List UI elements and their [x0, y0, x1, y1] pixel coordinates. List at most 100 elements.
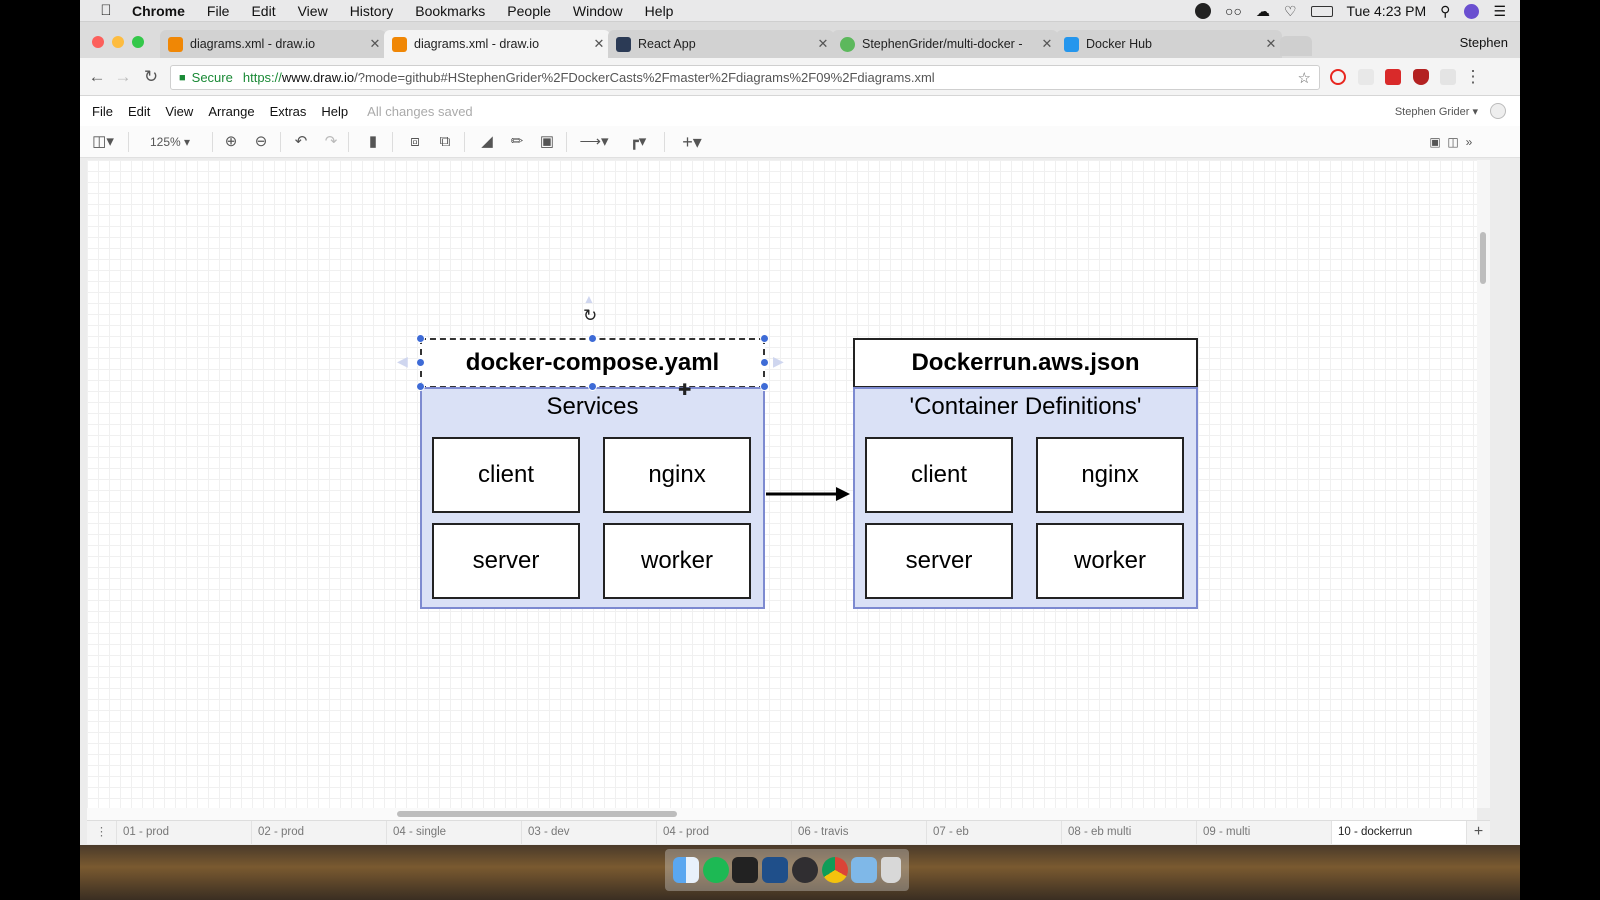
notification-center-icon[interactable]: ☰ [1493, 3, 1506, 20]
trash-icon[interactable] [881, 857, 902, 883]
format-panel-icon[interactable]: ◫▾ [88, 132, 118, 152]
container-worker-box[interactable]: worker [1036, 523, 1184, 599]
menu-window[interactable]: Window [573, 3, 623, 19]
browser-tab-active[interactable]: diagrams.xml - draw.io ✕ [384, 30, 610, 58]
fill-color-icon[interactable]: ◢ [476, 132, 498, 152]
resize-handle[interactable] [588, 334, 597, 343]
dockerrun-title-box[interactable]: Dockerrun.aws.json [853, 338, 1198, 388]
url-input[interactable]: ■ Secure https://www.draw.io/?mode=githu… [170, 65, 1320, 90]
delete-icon[interactable]: ▮ [362, 132, 384, 152]
line-color-icon[interactable]: ✏ [506, 132, 528, 152]
page-tab[interactable]: 06 - travis [792, 821, 927, 844]
pages-menu-icon[interactable]: ⋮ [87, 821, 117, 844]
reload-icon[interactable]: ↻ [140, 66, 162, 88]
service-server-box[interactable]: server [432, 523, 580, 599]
chrome-icon[interactable] [821, 857, 848, 883]
add-page-plus-icon[interactable]: + [1467, 821, 1490, 844]
drawio-menu-edit[interactable]: Edit [128, 104, 150, 119]
drawio-menu-extras[interactable]: Extras [270, 104, 307, 119]
services-container[interactable]: Services client nginx server worker [420, 387, 765, 609]
horizontal-scrollbar[interactable] [87, 808, 1477, 820]
menu-bookmarks[interactable]: Bookmarks [415, 3, 485, 19]
tab-close-icon[interactable]: ✕ [1036, 36, 1058, 52]
obs-icon[interactable] [791, 857, 818, 883]
user-avatar-icon[interactable] [1490, 103, 1506, 119]
back-arrow-icon[interactable]: ← [86, 66, 108, 88]
tab-close-icon[interactable]: ✕ [1260, 36, 1282, 52]
connect-arrow-left-icon[interactable]: ◀ [397, 353, 408, 370]
red-extension-icon[interactable] [1385, 69, 1401, 85]
terminal-icon[interactable] [732, 857, 759, 883]
menu-chrome[interactable]: Chrome [132, 3, 185, 19]
browser-tab[interactable]: diagrams.xml - draw.io ✕ [160, 30, 386, 58]
rotate-handle-icon[interactable]: ↻ [583, 306, 597, 326]
undo-icon[interactable]: ↶ [290, 132, 312, 152]
close-window-button[interactable] [92, 36, 104, 48]
minimize-window-button[interactable] [112, 36, 124, 48]
drawio-menu-arrange[interactable]: Arrange [208, 104, 254, 119]
browser-menu-icon[interactable]: ⋮ [1462, 66, 1484, 88]
profile-name[interactable]: Stephen [1460, 35, 1508, 50]
service-worker-box[interactable]: worker [603, 523, 751, 599]
docker-whale-icon[interactable]: ☁ [1256, 3, 1270, 20]
resize-handle[interactable] [760, 358, 769, 367]
tab-close-icon[interactable]: ✕ [364, 36, 386, 52]
menu-history[interactable]: History [350, 3, 394, 19]
to-back-icon[interactable]: ⧉ [434, 132, 456, 152]
container-definitions-container[interactable]: 'Container Definitions' client nginx ser… [853, 387, 1198, 609]
clock[interactable]: Tue 4:23 PM [1347, 3, 1427, 19]
glasses-icon[interactable]: ○○ [1225, 3, 1242, 19]
menu-help[interactable]: Help [645, 3, 674, 19]
connect-arrow-right-icon[interactable]: ▶ [773, 353, 784, 370]
forward-arrow-icon[interactable]: → [112, 66, 134, 88]
page-tab[interactable]: 04 - prod [657, 821, 792, 844]
bookmark-star-icon[interactable]: ☆ [1298, 69, 1311, 87]
tab-close-icon[interactable]: ✕ [588, 36, 610, 52]
drawio-menu-view[interactable]: View [165, 104, 193, 119]
to-front-icon[interactable]: ⧈ [404, 132, 426, 152]
insert-plus-icon[interactable]: +▾ [674, 132, 710, 152]
page-tab[interactable]: 02 - prod [252, 821, 387, 844]
vertical-scroll-thumb[interactable] [1480, 232, 1486, 284]
redo-icon[interactable]: ↷ [320, 132, 342, 152]
status-app-icon[interactable] [1195, 3, 1212, 19]
vscode-icon[interactable] [762, 857, 789, 883]
fullscreen-icon[interactable]: ▣ [1426, 132, 1444, 152]
drawio-menu-file[interactable]: File [92, 104, 113, 119]
page-tab[interactable]: 03 - dev [522, 821, 657, 844]
tab-close-icon[interactable]: ✕ [812, 36, 834, 52]
menu-people[interactable]: People [507, 3, 551, 19]
service-nginx-box[interactable]: nginx [603, 437, 751, 513]
horizontal-scroll-thumb[interactable] [397, 811, 677, 817]
folder-icon[interactable] [851, 857, 878, 883]
menu-edit[interactable]: Edit [251, 3, 275, 19]
finder-icon[interactable] [672, 857, 699, 883]
docker-compose-title-box[interactable]: docker-compose.yaml [420, 338, 765, 388]
zoom-in-icon[interactable]: ⊕ [220, 132, 242, 152]
resize-handle[interactable] [760, 334, 769, 343]
battery-icon[interactable] [1310, 5, 1333, 17]
spotlight-search-icon[interactable]: ⚲ [1440, 3, 1450, 20]
connect-arrow-up-icon[interactable]: ▲ [583, 292, 595, 306]
wifi-icon[interactable]: ♡ [1284, 3, 1297, 20]
zoom-window-button[interactable] [132, 36, 144, 48]
connection-style-icon[interactable]: ⟶▾ [576, 132, 612, 152]
adblock-extension-icon[interactable] [1413, 69, 1429, 85]
waypoints-icon[interactable]: ┏▾ [620, 132, 656, 152]
shadow-icon[interactable]: ▣ [536, 132, 558, 152]
service-client-box[interactable]: client [432, 437, 580, 513]
spotify-icon[interactable] [702, 857, 729, 883]
siri-icon[interactable] [1464, 3, 1480, 19]
resize-handle[interactable] [588, 382, 597, 391]
drawio-user-menu[interactable]: Stephen Grider ▾ [1395, 105, 1478, 118]
browser-tab[interactable]: StephenGrider/multi-docker - ✕ [832, 30, 1058, 58]
page-tab[interactable]: 01 - prod [117, 821, 252, 844]
resize-handle[interactable] [416, 358, 425, 367]
drawio-menu-help[interactable]: Help [321, 104, 348, 119]
css-extension-icon[interactable] [1358, 69, 1374, 85]
resize-handle[interactable] [416, 382, 425, 391]
menu-view[interactable]: View [298, 3, 328, 19]
zoom-out-icon[interactable]: ⊖ [250, 132, 272, 152]
menu-file[interactable]: File [207, 3, 230, 19]
page-tab[interactable]: 08 - eb multi [1062, 821, 1197, 844]
